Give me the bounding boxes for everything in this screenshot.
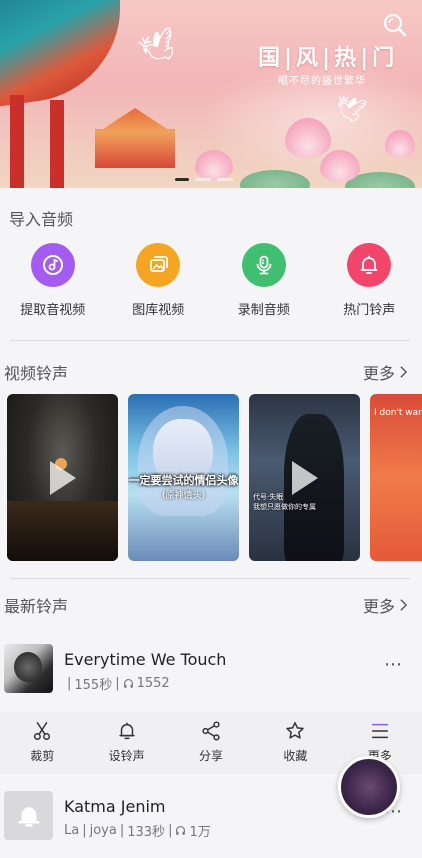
more-label: 更多 [362, 364, 395, 383]
more-options-icon[interactable]: ⋯ [384, 654, 404, 675]
ringtone-cover [4, 791, 53, 840]
headphones-icon [176, 826, 186, 835]
banner-palace [95, 108, 175, 168]
import-label: 热门铃声 [343, 303, 396, 318]
import-options: 提取音视频 图库视频 录制音频 热门铃声 [0, 243, 422, 318]
lotus-flower [320, 150, 360, 182]
meta-separator: | [168, 823, 173, 838]
headphones-icon [123, 679, 133, 688]
ringtone-duration: 133秒 [127, 825, 166, 840]
meta-separator: | [67, 676, 72, 691]
search-icon[interactable] [382, 12, 408, 38]
latest-more-link[interactable]: 更多 [363, 593, 408, 617]
video-caption: 代号·失眠 我想只愿做你的专属 [253, 492, 316, 512]
play-icon [49, 460, 76, 495]
video-carousel[interactable]: 一定要尝试的情侣头像 (原神情头) 代号·失眠 我想只愿做你的专属 I don'… [7, 394, 422, 561]
meta-separator: | [82, 823, 87, 838]
sea [7, 501, 118, 561]
video-caption: I don't wan [374, 408, 422, 418]
ringtone-uploader: joya [89, 823, 117, 838]
share-icon [202, 721, 220, 741]
video-thumbnail[interactable] [7, 394, 118, 561]
music-disc-icon [30, 243, 75, 287]
ringtone-item[interactable]: Everytime We Touch | 155秒 | 1552 ⋯ [0, 640, 422, 704]
banner-pagoda-roof [0, 0, 120, 111]
video-more-link[interactable]: 更多 [363, 360, 408, 384]
meta-separator: | [115, 676, 120, 691]
import-label: 提取音视频 [20, 303, 86, 318]
import-hot-ringtones[interactable]: 热门铃声 [317, 243, 422, 318]
video-thumbnail[interactable]: 代号·失眠 我想只愿做你的专属 [249, 394, 360, 561]
chevron-right-icon [400, 366, 408, 378]
banner-pillar [10, 95, 24, 188]
import-gallery-video[interactable]: 图库视频 [106, 243, 212, 318]
now-playing-disc[interactable] [338, 756, 400, 818]
banner-pager [175, 178, 233, 181]
import-label: 图库视频 [132, 303, 185, 318]
banner-title: 国|风|热|门 [258, 46, 399, 71]
pager-dot [217, 178, 233, 181]
import-label: 录制音频 [237, 303, 290, 318]
action-label: 收藏 [283, 749, 308, 763]
pager-dot [195, 178, 211, 181]
ringtone-plays: 1万 [189, 825, 211, 840]
latest-section-title: 最新铃声 [4, 597, 69, 616]
ringtone-cover [4, 644, 53, 693]
ringtone-meta: La | joya | 133秒 | 1万 [64, 821, 211, 840]
microphone-icon [241, 243, 286, 287]
import-record-audio[interactable]: 录制音频 [211, 243, 317, 318]
video-caption-sub: (原神情头) [161, 491, 206, 501]
divider [10, 578, 410, 579]
lotus-flower [385, 130, 415, 158]
lotus-flower [195, 150, 233, 180]
ringtone-title: Katma Jenim [64, 797, 166, 816]
video-section-title: 视频铃声 [4, 364, 69, 383]
action-label: 裁剪 [30, 749, 55, 763]
action-share[interactable]: 分享 [169, 712, 253, 774]
import-section-title: 导入音频 [9, 210, 74, 229]
banner[interactable]: 🕊 🕊 国|风|热|门 唱不尽的盛世繁华 [0, 0, 422, 188]
more-label: 更多 [362, 597, 395, 616]
divider [10, 340, 410, 341]
ringtone-duration: 155秒 [74, 678, 113, 693]
video-caption: 一定要尝试的情侣头像 [128, 474, 239, 487]
video-caption-line: 我想只愿做你的专属 [253, 503, 316, 511]
banner-pillar [50, 100, 64, 188]
chevron-right-icon [400, 599, 408, 611]
bell-icon [347, 243, 392, 287]
action-favorite[interactable]: 收藏 [253, 712, 337, 774]
star-icon [286, 722, 305, 739]
ringtone-title: Everytime We Touch [64, 650, 227, 669]
menu-icon [371, 723, 388, 739]
play-icon [291, 460, 318, 495]
video-thumbnail[interactable]: I don't wan [370, 394, 422, 561]
ringtone-artist: La [64, 823, 80, 838]
bell-icon [118, 722, 135, 740]
bell-icon [17, 806, 40, 827]
bird-icon: 🕊 [135, 24, 183, 71]
ringtone-meta: | 155秒 | 1552 [64, 674, 170, 693]
action-set-ringtone[interactable]: 设铃声 [84, 712, 168, 774]
meta-separator: | [119, 823, 125, 838]
action-crop[interactable]: 裁剪 [0, 712, 84, 774]
import-extract-video[interactable]: 提取音视频 [0, 243, 106, 318]
video-thumbnail[interactable]: 一定要尝试的情侣头像 (原神情头) [128, 394, 239, 561]
pager-dot [175, 178, 189, 181]
ringtone-plays: 1552 [136, 676, 170, 691]
action-label: 分享 [198, 749, 223, 763]
banner-subtitle: 唱不尽的盛世繁华 [278, 76, 366, 87]
cover-figure [14, 652, 42, 682]
gallery-icon [136, 243, 181, 287]
lotus-flower [285, 118, 331, 158]
action-label: 设铃声 [108, 749, 145, 763]
scissors-icon [34, 722, 51, 740]
